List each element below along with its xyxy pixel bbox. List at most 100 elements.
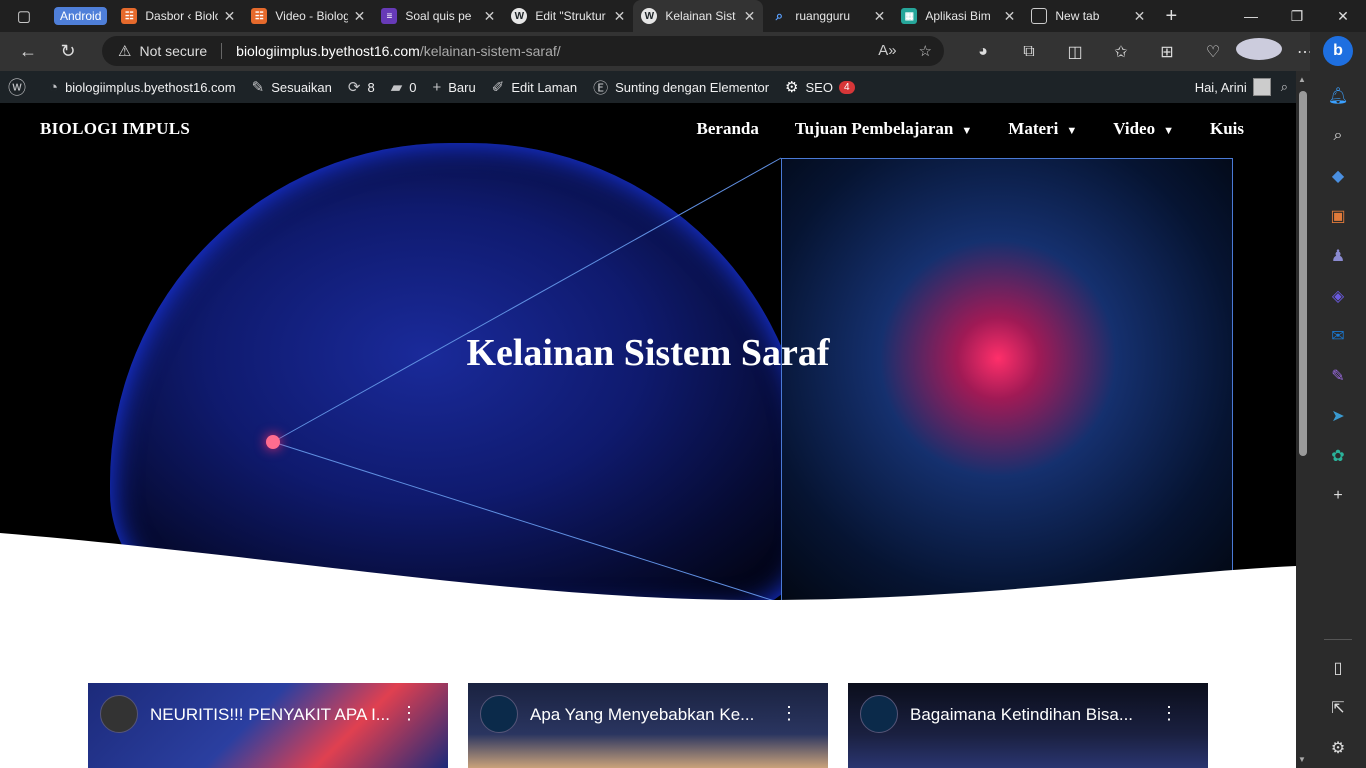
extension-icon[interactable]: ◕ xyxy=(960,43,1006,61)
video-title[interactable]: Apa Yang Menyebabkan Ke... xyxy=(530,705,780,725)
plus-icon: + xyxy=(432,78,442,96)
wp-new-link[interactable]: + Baru xyxy=(425,71,484,103)
wp-customize-link[interactable]: ✎ Sesuaikan xyxy=(244,71,340,103)
tab-new-tab[interactable]: New tab ✕ xyxy=(1023,0,1153,32)
tab-group-chip[interactable]: Android xyxy=(54,7,108,25)
wp-seo-label: SEO xyxy=(805,79,833,95)
nav-label: Kuis xyxy=(1209,119,1244,138)
dashboard-icon: ◔ xyxy=(49,78,59,96)
more-vert-icon[interactable]: ⋮ xyxy=(400,703,418,724)
wp-elementor-link[interactable]: Ⓔ Sunting dengan Elementor xyxy=(585,71,777,103)
video-card[interactable]: NEURITIS!!! PENYAKIT APA I... ⋮ xyxy=(88,683,448,768)
wp-logo-menu[interactable]: ⓦ xyxy=(0,71,41,103)
search-icon[interactable]: ⌕ xyxy=(1324,116,1352,156)
close-icon[interactable]: ✕ xyxy=(874,8,886,25)
back-icon[interactable]: ← xyxy=(8,32,48,71)
wp-site-link[interactable]: ◔ biologiimplus.byethost16.com xyxy=(41,71,244,103)
close-icon[interactable]: ✕ xyxy=(224,8,236,25)
wp-seo-link[interactable]: ⚙ SEO 4 xyxy=(777,71,862,103)
tab-edit-struktur[interactable]: W Edit "Struktur ✕ xyxy=(503,0,633,32)
open-external-icon[interactable]: ⇱ xyxy=(1324,688,1352,728)
add-icon[interactable]: + xyxy=(1324,476,1352,516)
close-window-icon[interactable]: ✕ xyxy=(1320,0,1366,32)
tab-soal-quis[interactable]: ≡ Soal quis pe ✕ xyxy=(373,0,503,32)
read-aloud-icon[interactable]: A» xyxy=(878,42,896,60)
page-content: BIOLOGI IMPULS Beranda Tujuan Pembelajar… xyxy=(0,103,1296,768)
tab-dasbor[interactable]: ☷ Dasbor ‹ Biologi ✕ xyxy=(113,0,243,32)
security-label[interactable]: Not secure xyxy=(139,43,207,59)
scroll-down-icon[interactable]: ▼ xyxy=(1298,755,1306,764)
refresh-icon[interactable]: ↻ xyxy=(48,32,88,71)
profile-avatar[interactable] xyxy=(1236,38,1282,65)
wp-edit-page-label: Edit Laman xyxy=(511,79,578,95)
page-scrollbar[interactable]: ▲ ▼ xyxy=(1296,71,1310,768)
extensions-puzzle-icon[interactable]: ⧉ xyxy=(1006,43,1052,61)
site-title[interactable]: BIOLOGI IMPULS xyxy=(40,119,190,139)
microsoft365-icon[interactable]: ◈ xyxy=(1324,276,1352,316)
tab-ruangguru[interactable]: ⌕ ruangguru ✕ xyxy=(763,0,893,32)
close-icon[interactable]: ✕ xyxy=(1004,8,1016,25)
wp-greeting[interactable]: Hai, Arini xyxy=(1195,80,1247,95)
nav-item-materi[interactable]: Materi ▼ xyxy=(1008,119,1077,139)
nav-item-kuis[interactable]: Kuis xyxy=(1210,119,1244,139)
video-card[interactable]: Bagaimana Ketindihan Bisa... ⋮ xyxy=(848,683,1208,768)
scrollbar-thumb[interactable] xyxy=(1299,91,1307,456)
tab-title: Dasbor ‹ Biologi xyxy=(145,9,217,23)
tab-actions-icon[interactable]: ▢ xyxy=(0,0,48,32)
nav-label: Video xyxy=(1113,119,1156,138)
video-title[interactable]: Bagaimana Ketindihan Bisa... xyxy=(910,705,1160,725)
notification-bell-icon[interactable]: 🔔︎ xyxy=(1324,76,1352,116)
nav-label: Materi xyxy=(1008,119,1059,138)
games-icon[interactable]: ♟ xyxy=(1324,236,1352,276)
wp-edit-page-link[interactable]: ✐ Edit Laman xyxy=(484,71,585,103)
settings-gear-icon[interactable]: ⚙ xyxy=(1324,728,1352,768)
copilot-icon[interactable]: b xyxy=(1323,36,1353,66)
tab-title: Soal quis pe xyxy=(405,9,472,23)
split-screen-icon[interactable]: ◫ xyxy=(1052,42,1098,62)
video-thumbnail xyxy=(468,683,828,768)
xampp-icon: ☷ xyxy=(251,8,268,24)
chevron-down-icon: ▼ xyxy=(961,125,973,137)
elementor-icon: Ⓔ xyxy=(593,79,609,97)
nav-item-video[interactable]: Video ▼ xyxy=(1113,119,1174,139)
close-icon[interactable]: ✕ xyxy=(354,8,366,25)
restore-icon[interactable]: ❐ xyxy=(1274,0,1320,32)
tab-title: New tab xyxy=(1055,9,1100,23)
close-icon[interactable]: ✕ xyxy=(1134,8,1146,25)
channel-avatar xyxy=(860,695,898,733)
tab-aplikasi[interactable]: ▦ Aplikasi Bim ✕ xyxy=(893,0,1023,32)
chatgpt-icon[interactable]: ✿ xyxy=(1324,436,1352,476)
video-thumbnail xyxy=(88,683,448,768)
tab-video[interactable]: ☷ Video - Biologi ✕ xyxy=(243,0,373,32)
favorites-icon[interactable]: ✩ xyxy=(1098,42,1144,62)
close-icon[interactable]: ✕ xyxy=(484,8,496,25)
nav-item-tujuan[interactable]: Tujuan Pembelajaran ▼ xyxy=(795,119,972,139)
address-bar[interactable]: ⚠ Not secure biologiimplus.byethost16.co… xyxy=(102,36,944,66)
video-card[interactable]: Apa Yang Menyebabkan Ke... ⋮ xyxy=(468,683,828,768)
nav-item-beranda[interactable]: Beranda xyxy=(697,119,759,139)
shopping-tag-icon[interactable]: ◆ xyxy=(1324,156,1352,196)
favorite-star-icon[interactable]: ☆ xyxy=(919,42,932,60)
performance-icon[interactable]: ♡ xyxy=(1190,42,1236,62)
wordpress-icon: ⓦ xyxy=(8,78,26,98)
search-icon[interactable]: ⌕ xyxy=(1281,79,1288,95)
tools-briefcase-icon[interactable]: ▣ xyxy=(1324,196,1352,236)
warning-icon: ⚠ xyxy=(118,43,132,60)
collections-icon[interactable]: ⊞ xyxy=(1144,42,1190,62)
designer-icon[interactable]: ✎ xyxy=(1324,356,1352,396)
more-vert-icon[interactable]: ⋮ xyxy=(1160,703,1178,724)
outlook-icon[interactable]: ✉ xyxy=(1324,316,1352,356)
close-icon[interactable]: ✕ xyxy=(614,8,626,25)
video-title[interactable]: NEURITIS!!! PENYAKIT APA I... xyxy=(150,705,400,725)
tab-kelainan[interactable]: W Kelainan Sist ✕ xyxy=(633,0,764,32)
wp-comments-link[interactable]: ▰ 0 xyxy=(383,71,425,103)
minimize-icon[interactable]: — xyxy=(1228,0,1274,32)
hide-sidebar-icon[interactable]: ▯ xyxy=(1324,648,1352,688)
scroll-up-icon[interactable]: ▲ xyxy=(1298,75,1306,84)
send-icon[interactable]: ➤ xyxy=(1324,396,1352,436)
close-icon[interactable]: ✕ xyxy=(744,8,756,25)
more-vert-icon[interactable]: ⋮ xyxy=(780,703,798,724)
wp-updates-link[interactable]: ⟳ 8 xyxy=(340,71,383,103)
avatar[interactable] xyxy=(1252,78,1271,96)
new-tab-button[interactable]: + xyxy=(1153,5,1189,28)
